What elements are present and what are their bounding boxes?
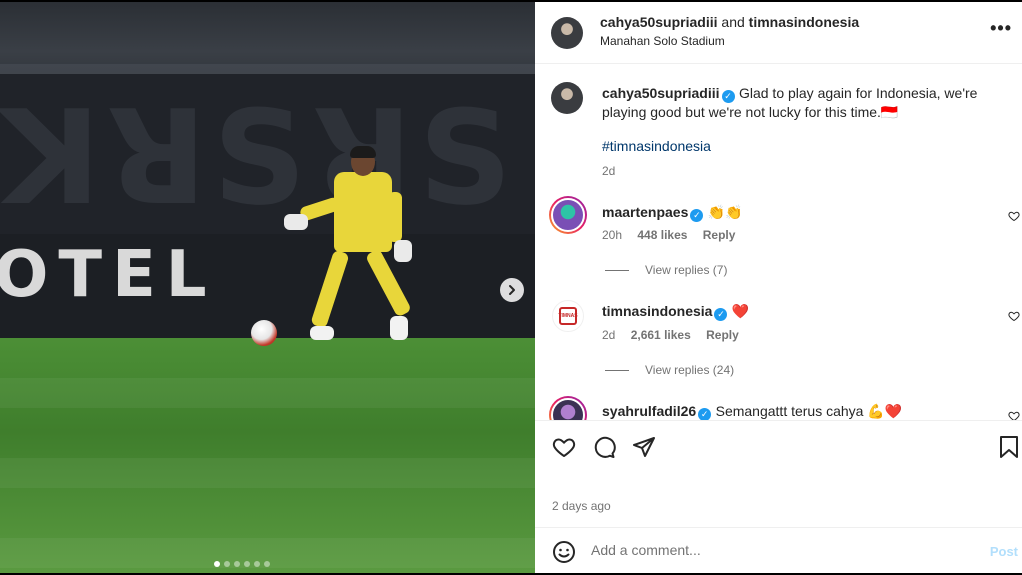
caption-time: 2d: [602, 164, 616, 178]
football-pitch: [0, 338, 535, 573]
reply-button[interactable]: Reply: [703, 228, 736, 242]
carousel-indicator: [214, 561, 270, 567]
post-authors: cahya50supriadiii and timnasindonesia: [600, 14, 859, 30]
verified-icon: ✓: [698, 408, 712, 420]
view-replies-label: View replies (24): [645, 363, 735, 377]
emoji-icon[interactable]: [552, 540, 576, 564]
share-paper-plane-icon[interactable]: [632, 435, 656, 459]
banner-graphic: ꓘꓤꓢꓤꓢ: [0, 82, 519, 232]
comment-input[interactable]: [591, 542, 961, 558]
post-header: cahya50supriadiii and timnasindonesia Ma…: [535, 2, 1022, 64]
comment-username[interactable]: maartenpaes: [602, 204, 688, 220]
like-heart-icon[interactable]: [552, 435, 576, 459]
avatar[interactable]: [551, 17, 583, 49]
comment-text: ❤️: [731, 303, 750, 319]
heart-icon[interactable]: [1008, 210, 1020, 222]
avatar[interactable]: [551, 82, 583, 114]
comment-likes[interactable]: 448 likes: [637, 228, 687, 242]
comment: syahrulfadil26 ✓ Semangattt terus cahya 💪…: [602, 402, 902, 420]
carousel-dot: [224, 561, 230, 567]
comment-time: 20h: [602, 228, 623, 242]
more-options-icon[interactable]: •••: [990, 18, 1012, 39]
verified-icon: ✓: [721, 90, 735, 103]
carousel-dot: [244, 561, 250, 567]
collaborator-username[interactable]: timnasindonesia: [749, 14, 859, 30]
replies-line: [605, 269, 629, 271]
comment-username[interactable]: syahrulfadil26: [602, 403, 696, 419]
avatar[interactable]: [549, 396, 587, 420]
comment-meta: 2d 2,661 likes Reply: [602, 328, 739, 342]
avatar[interactable]: [549, 196, 587, 234]
post-actions: [535, 420, 1022, 476]
view-replies-button[interactable]: View replies (24): [605, 363, 734, 377]
view-replies-label: View replies (7): [645, 263, 728, 277]
comment-text: Semangattt terus cahya 💪❤️: [715, 403, 903, 419]
comment-text: 👏👏: [707, 204, 743, 220]
avatar[interactable]: TIMNAS: [552, 300, 584, 332]
comment: maartenpaes ✓ 👏👏: [602, 203, 743, 222]
chevron-right-icon: [509, 285, 515, 295]
comment-time: 2d: [602, 328, 616, 342]
add-comment-bar: Post: [535, 527, 1022, 573]
carousel-dot: [214, 561, 220, 567]
comment-likes[interactable]: 2,661 likes: [631, 328, 691, 342]
comments-list[interactable]: cahya50supriadiii ✓ Glad to play again fo…: [535, 64, 1022, 420]
comment-username[interactable]: timnasindonesia: [602, 303, 712, 319]
caption: cahya50supriadiii ✓ Glad to play again fo…: [602, 84, 1002, 122]
caption-hashtag[interactable]: #timnasindonesia: [602, 138, 711, 154]
post-location[interactable]: Manahan Solo Stadium: [600, 34, 725, 48]
carousel-dot: [234, 561, 240, 567]
heart-icon[interactable]: [1008, 310, 1020, 322]
view-replies-button[interactable]: View replies (7): [605, 263, 727, 277]
post-comment-button[interactable]: Post: [990, 544, 1018, 559]
caption-username[interactable]: cahya50supriadiii: [602, 85, 720, 101]
comment-bubble-icon[interactable]: [592, 435, 616, 459]
replies-line: [605, 369, 629, 371]
advertising-board-text: OTEL: [0, 238, 217, 312]
authors-connector: and: [721, 14, 745, 30]
football: [251, 320, 277, 346]
heart-icon[interactable]: [1008, 410, 1020, 420]
verified-icon: ✓: [690, 209, 704, 222]
post-media[interactable]: ꓘꓤꓢꓤꓢ OTEL: [0, 2, 535, 573]
save-bookmark-icon[interactable]: [998, 435, 1020, 459]
carousel-dot: [254, 561, 260, 567]
comment-meta: 20h 448 likes Reply: [602, 228, 735, 242]
post-detail-panel: cahya50supriadiii and timnasindonesia Ma…: [535, 2, 1022, 573]
carousel-dot: [264, 561, 270, 567]
reply-button[interactable]: Reply: [706, 328, 739, 342]
post-date: 2 days ago: [552, 499, 611, 513]
author-username[interactable]: cahya50supriadiii: [600, 14, 718, 30]
next-image-button[interactable]: [500, 278, 524, 302]
timnas-logo: TIMNAS: [558, 307, 578, 325]
comment: timnasindonesia ✓ ❤️: [602, 302, 749, 321]
verified-icon: ✓: [714, 308, 728, 321]
